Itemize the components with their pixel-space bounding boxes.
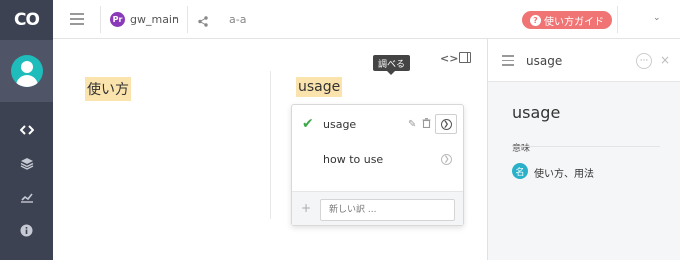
divider — [512, 146, 660, 147]
breadcrumb[interactable]: a-a — [229, 13, 246, 26]
chevron-down-icon[interactable]: ⌄ — [172, 12, 180, 22]
pencil-icon[interactable]: ✎ — [408, 119, 416, 130]
share-icon[interactable] — [198, 12, 208, 31]
info-icon[interactable] — [0, 220, 53, 240]
question-icon: ? — [530, 14, 541, 26]
editor-area: <> 使い方 usage ✔ usage ✎ ❯ how to use ❯ + — [53, 39, 487, 260]
top-bar: Pr gw_main ⌄ a-a ? 使い方ガイド ⌄ — [53, 0, 680, 39]
side-panel-toggle-icon[interactable] — [459, 52, 471, 63]
target-text[interactable]: usage — [296, 77, 343, 97]
suggestion-dropdown: ✔ usage ✎ ❯ how to use ❯ + — [291, 104, 464, 226]
side-panel-title: usage — [526, 54, 563, 68]
code-icon[interactable] — [0, 120, 53, 140]
trash-icon[interactable] — [422, 117, 431, 131]
list-item[interactable]: how to use ❯ — [292, 142, 463, 176]
left-nav: CO — [0, 0, 53, 260]
app-logo[interactable]: CO — [0, 0, 53, 40]
column-divider — [270, 71, 271, 219]
suggestion-text: how to use — [323, 152, 384, 166]
new-translation-row: + — [292, 191, 463, 225]
guide-button[interactable]: ? 使い方ガイド — [522, 11, 612, 29]
project-badge[interactable]: Pr — [110, 12, 125, 27]
list-item[interactable]: ✔ usage ✎ ❯ — [292, 107, 463, 141]
divider — [187, 6, 188, 33]
lookup-button[interactable]: ❯ — [435, 114, 457, 134]
chart-icon[interactable] — [0, 187, 53, 207]
meaning-label: 意味 — [512, 144, 531, 154]
arrow-right-circle-icon: ❯ — [441, 153, 452, 165]
meaning-text: 使い方、用法 — [534, 169, 594, 180]
check-icon: ✔ — [302, 116, 314, 132]
lookup-tooltip: 調べる — [373, 55, 411, 75]
suggestion-text: usage — [323, 117, 357, 131]
more-icon[interactable]: ··· — [636, 53, 652, 69]
new-translation-input[interactable] — [320, 199, 455, 221]
layers-icon[interactable] — [0, 153, 53, 173]
arrow-right-circle-icon: ❯ — [440, 118, 452, 130]
menu-icon[interactable] — [70, 13, 84, 25]
source-text[interactable]: 使い方 — [85, 77, 131, 101]
close-icon[interactable]: × — [660, 53, 670, 67]
divider — [617, 6, 618, 33]
lookup-button[interactable]: ❯ — [441, 153, 452, 165]
avatar[interactable] — [10, 55, 43, 87]
dictionary-word: usage — [512, 103, 561, 122]
plus-icon[interactable]: + — [301, 201, 311, 215]
divider — [100, 6, 101, 33]
part-of-speech-badge: 名 — [512, 163, 528, 179]
side-panel-header: usage ··· × — [487, 39, 680, 82]
guide-button-label: 使い方ガイド — [544, 16, 604, 28]
menu-icon[interactable] — [502, 55, 514, 69]
avatar-area[interactable] — [0, 40, 53, 102]
chevron-down-icon[interactable]: ⌄ — [653, 13, 661, 23]
code-view-icon[interactable]: <> — [440, 52, 458, 65]
